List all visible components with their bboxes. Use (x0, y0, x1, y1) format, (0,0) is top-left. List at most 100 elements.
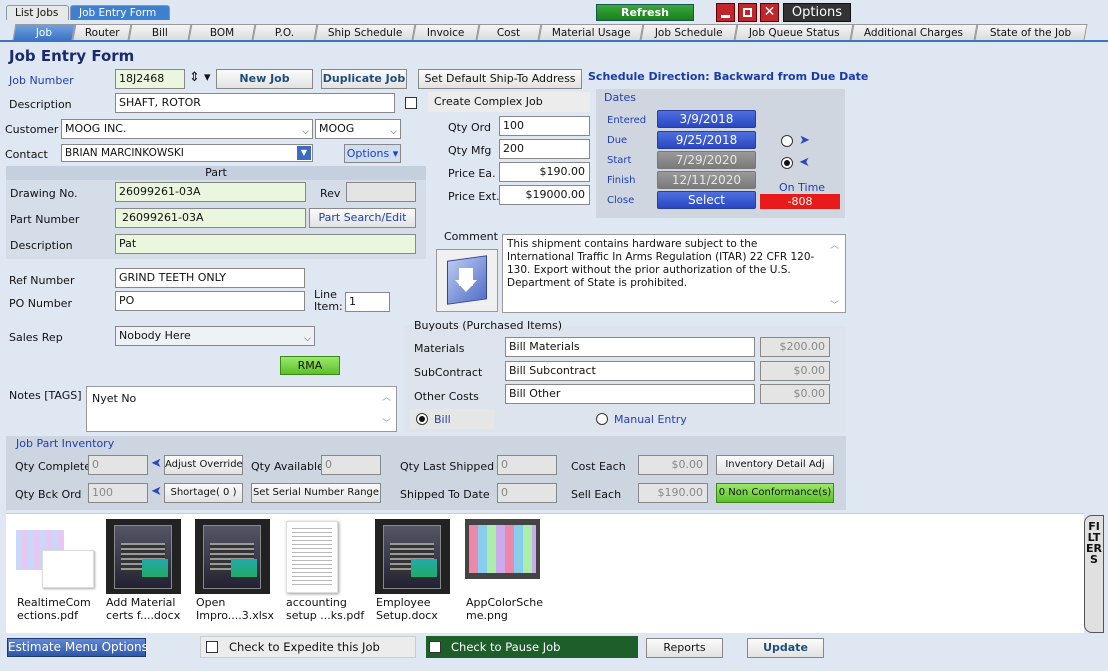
duplicate-job-button[interactable]: Duplicate Job (321, 69, 407, 89)
file-label[interactable]: Employee Setup.docx (376, 596, 438, 622)
reports-button[interactable]: Reports (646, 638, 723, 658)
create-complex-job-checkbox[interactable] (405, 97, 417, 109)
nav-tab-material-usage[interactable]: Material Usage (538, 24, 644, 40)
qty-complete-label: Qty Complete (15, 460, 91, 473)
file-thumbnail-docx-icon[interactable] (375, 519, 450, 594)
nav-tab-invoice[interactable]: Invoice (412, 24, 480, 40)
comment-document-icon[interactable] (436, 249, 498, 312)
bill-radio-label: Bill (434, 413, 451, 426)
nav-tab-additional-charges[interactable]: Additional Charges (850, 24, 978, 40)
nav-tab-router[interactable]: Router (72, 24, 132, 40)
ref-number-field[interactable]: GRIND TEETH ONLY (115, 268, 305, 288)
refresh-button[interactable]: Refresh (596, 4, 694, 21)
part-description-field[interactable]: Pat (115, 234, 416, 254)
other-costs-amount: $0.00 (760, 384, 830, 404)
rev-field[interactable] (346, 182, 416, 202)
part-search-edit-button[interactable]: Part Search/Edit (309, 208, 416, 228)
file-label[interactable]: Open Impro....3.xlsx (196, 596, 274, 622)
customer-code-select[interactable]: MOOG ⌵ (315, 119, 401, 139)
scroll-down-icon[interactable]: ﹀ (830, 298, 839, 311)
set-default-ship-to-button[interactable]: Set Default Ship-To Address (418, 69, 582, 89)
part-number-label: Part Number (10, 213, 80, 226)
nav-tab-bom[interactable]: BOM (188, 24, 256, 40)
contact-select[interactable]: BRIAN MARCINKOWSKI ▼ (61, 144, 313, 162)
sales-rep-select[interactable]: Nobody Here ⌵ (115, 326, 315, 346)
price-ext-field[interactable]: $19000.00 (499, 185, 590, 205)
finish-date[interactable]: 12/11/2020 (657, 171, 756, 189)
comment-label: Comment (444, 230, 498, 243)
scroll-up-icon[interactable]: ︿ (382, 390, 391, 403)
minimize-icon[interactable] (716, 3, 735, 22)
file-thumbnail-png-icon[interactable] (465, 519, 540, 579)
other-costs-field[interactable]: Bill Other (505, 384, 755, 404)
nav-tab-job[interactable]: Job (12, 24, 76, 40)
entered-date[interactable]: 3/9/2018 (657, 110, 756, 128)
file-thumbnail-xlsx-icon[interactable] (195, 519, 270, 594)
contact-label: Contact (5, 148, 48, 161)
file-thumbnail-pdf-icon[interactable] (14, 520, 94, 592)
line-item-field[interactable]: 1 (345, 292, 390, 312)
bill-radio[interactable] (416, 413, 428, 425)
new-job-button[interactable]: New Job (216, 69, 313, 89)
tab-job-entry-form[interactable]: Job Entry Form (70, 5, 170, 20)
po-number-field[interactable]: PO (115, 291, 305, 311)
notes-field[interactable]: Nyet No (86, 386, 397, 432)
cost-each-label: Cost Each (571, 460, 626, 473)
tab-list-jobs[interactable]: List Jobs (6, 5, 69, 20)
subcontract-field[interactable]: Bill Subcontract (505, 361, 755, 381)
nav-tab-bill[interactable]: Bill (128, 24, 192, 40)
file-label[interactable]: RealtimeCom ections.pdf (17, 596, 91, 622)
backward-arrow-icon: ➤ (799, 155, 810, 170)
qty-ord-field[interactable]: 100 (499, 116, 590, 136)
description-field[interactable]: SHAFT, ROTOR (115, 93, 395, 113)
inventory-detail-adj-button[interactable]: Inventory Detail Adj (716, 455, 834, 475)
job-number-spinner-icon[interactable]: ⇕ ▾ (189, 70, 211, 85)
job-number-field[interactable]: 18J2468 (115, 69, 185, 89)
nav-tab-state-of-the-job[interactable]: State of the Job (974, 24, 1088, 40)
price-ext-label: Price Ext. (448, 190, 500, 203)
due-label: Due (607, 135, 628, 146)
file-thumbnail-pdf-icon[interactable] (286, 521, 338, 593)
nav-tab-ship-schedule[interactable]: Ship Schedule (314, 24, 416, 40)
set-serial-number-range-button[interactable]: Set Serial Number Range (251, 483, 381, 503)
filters-tab[interactable]: FILTERS (1084, 515, 1104, 633)
close-icon[interactable]: ✕ (760, 3, 779, 22)
price-ea-field[interactable]: $190.00 (499, 162, 590, 182)
update-button[interactable]: Update (747, 638, 824, 658)
file-label[interactable]: Add Material certs f....docx (106, 596, 180, 622)
contact-options-button[interactable]: Options ▾ (344, 144, 401, 163)
maximize-icon[interactable] (738, 3, 757, 22)
file-thumbnail-docx-icon[interactable] (106, 519, 181, 594)
non-conformance-button[interactable]: 0 Non Conformance(s) (716, 483, 834, 503)
adjust-override-button[interactable]: Adjust Override (164, 455, 243, 475)
rma-button[interactable]: RMA (280, 356, 340, 375)
schedule-backward-radio[interactable] (781, 157, 793, 169)
file-label[interactable]: AppColorSche me.png (466, 596, 543, 622)
nav-tab-job-queue-status[interactable]: Job Queue Status (734, 24, 854, 40)
nav-tab-cost[interactable]: Cost (476, 24, 542, 40)
pause-job-checkbox[interactable] (429, 641, 441, 653)
dates-header: Dates (604, 91, 637, 104)
scroll-down-icon[interactable]: ﹀ (382, 416, 391, 429)
manual-entry-radio[interactable] (596, 413, 608, 425)
expedite-checkbox[interactable] (206, 641, 218, 653)
shortage-button[interactable]: Shortage( 0 ) (164, 483, 243, 503)
scroll-up-icon[interactable]: ︿ (830, 238, 839, 251)
part-number-field[interactable]: 26099261-03A (115, 208, 306, 228)
customer-select[interactable]: MOOG INC. ⌵ (61, 119, 313, 139)
qty-mfg-field[interactable]: 200 (499, 139, 590, 159)
buyouts-header: Buyouts (Purchased Items) (414, 319, 563, 332)
file-label[interactable]: accounting setup ...ks.pdf (286, 596, 364, 622)
start-date[interactable]: 7/29/2020 (657, 151, 756, 169)
schedule-forward-radio[interactable] (781, 135, 793, 147)
materials-field[interactable]: Bill Materials (505, 337, 755, 357)
subcontract-label: SubContract (414, 366, 483, 379)
drawing-no-field[interactable]: 26099261-03A (115, 182, 306, 202)
options-button[interactable]: Options (783, 3, 851, 22)
nav-tab-po[interactable]: P.O. (252, 24, 318, 40)
nav-tab-job-schedule[interactable]: Job Schedule (640, 24, 738, 40)
close-select-button[interactable]: Select (657, 191, 756, 209)
estimate-menu-options-button[interactable]: Estimate Menu Options (7, 638, 148, 657)
due-date[interactable]: 9/25/2018 (657, 131, 756, 149)
comment-field[interactable]: This shipment contains hardware subject … (502, 234, 846, 313)
